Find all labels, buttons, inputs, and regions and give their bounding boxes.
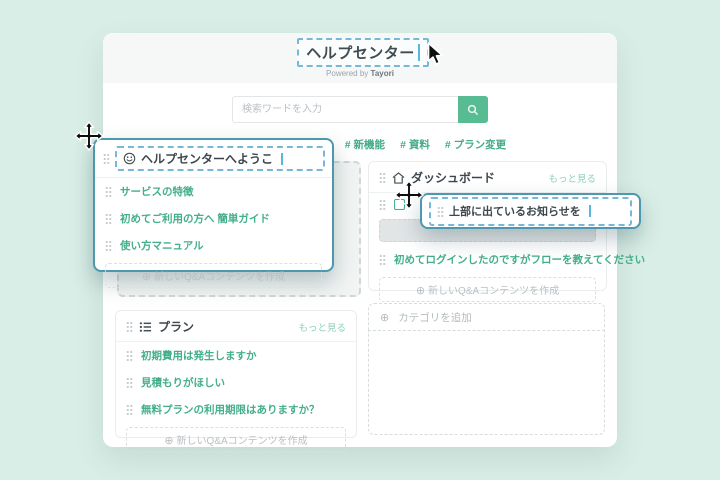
plus-circle-icon: ⊕ [142, 270, 151, 283]
drag-handle[interactable] [437, 206, 444, 217]
add-qa-button[interactable]: ⊕新しいQ&Aコンテンツを作成 [379, 277, 596, 302]
category-title-input[interactable]: ヘルプセンターへようこ [115, 146, 325, 171]
brand-tayori: Tayori [371, 69, 394, 78]
search-icon [467, 104, 479, 116]
text-caret [589, 205, 591, 217]
panel-title: ダッシュボード [411, 169, 495, 186]
drag-handle[interactable] [379, 254, 386, 265]
panel-welcome-dragging[interactable]: ヘルプセンターへようこ サービスの特徴 初めてご利用の方へ 簡単ガイド 使い方マ… [93, 138, 334, 272]
text-caret [418, 44, 420, 61]
tag-link[interactable]: # 資料 [400, 137, 430, 152]
panel-title: プラン [158, 318, 194, 335]
qa-item[interactable]: サービスの特徴 [95, 178, 332, 205]
drag-handle[interactable] [379, 172, 386, 183]
home-icon [392, 172, 405, 184]
text-caret [281, 153, 283, 165]
panel-plan: プラン もっと見る 初期費用は発生しますか 見積もりがほしい 無料プランの利用期… [115, 310, 357, 438]
qa-item[interactable]: 初めてログインしたのですがフローを教えてください [369, 246, 606, 273]
qa-item[interactable]: 初期費用は発生しますか [116, 342, 356, 369]
page-title: ヘルプセンター [306, 42, 415, 63]
drag-handle[interactable] [126, 321, 133, 332]
drag-handle[interactable] [103, 153, 110, 164]
qa-title-input[interactable]: 上部に出ているお知らせを [429, 197, 632, 226]
drag-handle[interactable] [105, 186, 112, 197]
qa-item[interactable]: 初めてご利用の方へ 簡単ガイド [95, 205, 332, 232]
powered-by: Powered by Tayori [103, 69, 617, 78]
qa-item[interactable]: 無料プランの利用期限はありますか？ [116, 396, 356, 423]
drag-handle[interactable] [105, 213, 112, 224]
search-input[interactable] [232, 96, 458, 123]
drag-handle[interactable] [126, 350, 133, 361]
add-qa-button[interactable]: ⊕新しいQ&Aコンテンツを作成 [126, 427, 346, 452]
drag-handle[interactable] [379, 199, 386, 210]
drag-handle[interactable] [126, 377, 133, 388]
plus-circle-icon: ⊕ [164, 434, 173, 447]
qa-item-dragging[interactable]: 上部に出ているお知らせを [420, 193, 641, 229]
tag-link[interactable]: # 新機能 [345, 137, 385, 152]
add-category-button[interactable]: ⊕ カテゴリを追加 [368, 303, 605, 331]
qa-title-text: 上部に出ているお知らせを [449, 203, 581, 219]
obscured-item-fragment [394, 199, 405, 210]
drag-handle[interactable] [105, 240, 112, 251]
header-band: ヘルプセンター Powered by Tayori [103, 33, 617, 83]
drag-handle[interactable] [126, 404, 133, 415]
search-button[interactable] [458, 96, 488, 123]
help-center-editor: ヘルプセンター Powered by Tayori # 登録 # セキュリティ [0, 0, 720, 480]
site-title-input[interactable]: ヘルプセンター [297, 38, 429, 67]
category-title-text: ヘルプセンターへようこ [141, 150, 273, 167]
see-more-link[interactable]: もっと見る [548, 171, 596, 185]
plus-circle-icon: ⊕ [380, 311, 389, 324]
search-bar [103, 96, 617, 123]
add-category-area: ⊕ カテゴリを追加 [368, 303, 605, 437]
qa-item[interactable]: 見積もりがほしい [116, 369, 356, 396]
empty-category-slot [368, 331, 605, 435]
add-qa-button[interactable]: ⊕新しいQ&Aコンテンツを作成 [105, 263, 322, 288]
see-more-link[interactable]: もっと見る [298, 320, 346, 334]
smiley-icon [123, 152, 136, 165]
qa-item[interactable]: 使い方マニュアル [95, 232, 332, 259]
plus-circle-icon: ⊕ [416, 284, 425, 297]
list-icon [139, 321, 152, 333]
tag-link[interactable]: # プラン変更 [445, 137, 506, 152]
